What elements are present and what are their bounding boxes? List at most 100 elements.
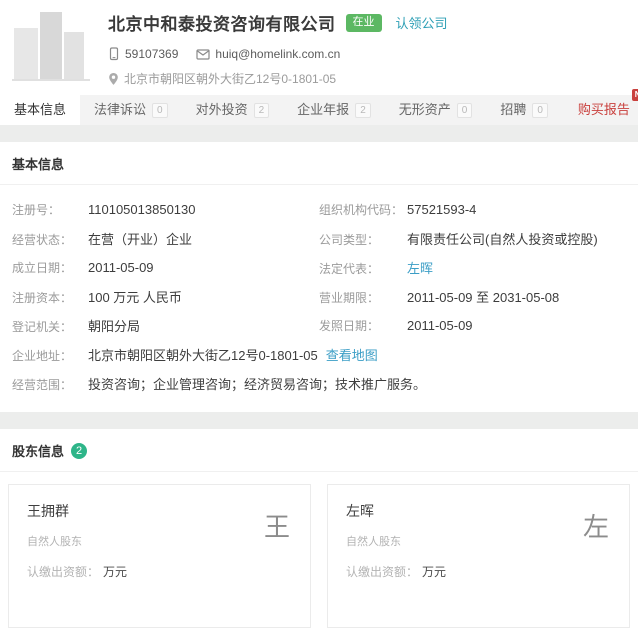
field-company-address: 企业地址： 北京市朝阳区朝外大街乙12号0-1801-05 查看地图 [12, 345, 626, 364]
field-org-code: 组织机构代码： 57521593-4 [319, 201, 626, 218]
phone-number: 59107369 [125, 47, 178, 61]
field-value: 2011-05-09 [407, 318, 473, 333]
shareholders-count-badge: 2 [71, 443, 87, 459]
field-value: 朝阳分局 [88, 316, 140, 335]
field-label: 法定代表： [319, 260, 407, 277]
tab-basic-info[interactable]: 基本信息 [0, 95, 80, 125]
basic-info-section-title: 基本信息 [0, 142, 638, 185]
field-establish-date: 成立日期： 2011-05-09 [12, 259, 319, 276]
field-business-term: 营业期限： 2011-05-09 至 2031-05-08 [319, 287, 626, 306]
shareholder-contribution-row: 认缴出资额： 万元 [27, 563, 292, 580]
field-label: 经营范围： [12, 376, 88, 393]
field-business-scope-row: 经营范围： 投资咨询；企业管理咨询；经济贸易咨询；技术推广服务。 [12, 369, 626, 398]
field-license-date: 发照日期： 2011-05-09 [319, 317, 626, 334]
company-logo-icon [12, 8, 92, 86]
email-address: huiq@homelink.com.cn [215, 47, 340, 61]
field-legal-representative: 法定代表： 左晖 [319, 258, 626, 277]
field-operating-status: 经营状态： 在营（开业）企业 [12, 229, 319, 248]
shareholder-card[interactable]: 左晖 自然人股东 认缴出资额： 万元 左 [327, 484, 630, 628]
field-row: 成立日期： 2011-05-09 法定代表： 左晖 [12, 253, 626, 282]
field-value: 在营（开业）企业 [88, 229, 192, 248]
tab-label: 对外投资 [196, 95, 248, 125]
page-title: 北京中和泰投资咨询有限公司 [108, 10, 336, 35]
tab-count-badge: 0 [532, 103, 548, 118]
tab-label: 招聘 [500, 95, 526, 125]
tab-label: 法律诉讼 [94, 95, 146, 125]
field-row: 注册号： 110105013850130 组织机构代码： 57521593-4 [12, 195, 626, 224]
basic-info-panel: 基本信息 注册号： 110105013850130 组织机构代码： 575215… [0, 142, 638, 412]
location-icon [108, 72, 119, 86]
tab-label: 企业年报 [297, 95, 349, 125]
field-label: 成立日期： [12, 259, 88, 276]
field-label: 企业地址： [12, 347, 88, 364]
phone-segment: 59107369 [108, 47, 178, 61]
tab-count-badge: 0 [457, 103, 473, 118]
field-row: 登记机关： 朝阳分局 发照日期： 2011-05-09 [12, 311, 626, 340]
tab-legal-litigation[interactable]: 法律诉讼 0 [80, 95, 182, 125]
tab-label: 购买报告 [578, 95, 630, 125]
shareholders-section-title: 股东信息 [12, 441, 64, 460]
new-badge: NEW [632, 89, 638, 101]
field-company-type: 公司类型： 有限责任公司(自然人投资或控股) [319, 229, 626, 248]
company-header: 北京中和泰投资咨询有限公司 在业 认领公司 59107369 huiq@home… [0, 0, 638, 95]
field-label: 营业期限： [319, 289, 407, 306]
tab-count-badge: 2 [355, 103, 371, 118]
tab-bar: 基本信息 法律诉讼 0 对外投资 2 企业年报 2 无形资产 0 招聘 0 购买… [0, 95, 638, 125]
field-label: 发照日期： [319, 317, 407, 334]
field-label: 登记机关： [12, 318, 88, 335]
shareholder-name[interactable]: 左晖 [346, 501, 611, 521]
tab-count-badge: 2 [254, 103, 270, 118]
field-value: 110105013850130 [88, 202, 196, 217]
tab-intangible-assets[interactable]: 无形资产 0 [385, 95, 487, 125]
field-value: 投资咨询；企业管理咨询；经济贸易咨询；技术推广服务。 [88, 374, 426, 393]
shareholder-type: 自然人股东 [27, 533, 292, 549]
field-value: 北京市朝阳区朝外大街乙12号0-1801-05 [88, 345, 318, 364]
field-business-scope: 经营范围： 投资咨询；企业管理咨询；经济贸易咨询；技术推广服务。 [12, 374, 626, 393]
contribution-label: 认缴出资额： [346, 565, 418, 579]
avatar: 左 [583, 507, 609, 544]
tab-buy-report[interactable]: 购买报告 NEW [564, 95, 638, 125]
tab-label: 基本信息 [14, 95, 66, 125]
field-company-address-row: 企业地址： 北京市朝阳区朝外大街乙12号0-1801-05 查看地图 [12, 340, 626, 369]
field-label: 公司类型： [319, 231, 407, 248]
mail-icon [196, 49, 210, 60]
field-row: 经营状态： 在营（开业）企业 公司类型： 有限责任公司(自然人投资或控股) [12, 224, 626, 253]
avatar: 王 [264, 507, 290, 544]
tab-outbound-investment[interactable]: 对外投资 2 [182, 95, 284, 125]
shareholder-cards: 王拥群 自然人股东 认缴出资额： 万元 王 左晖 自然人股东 认缴出资额： 万元 左 [0, 472, 638, 640]
shareholder-contribution-row: 认缴出资额： 万元 [346, 563, 611, 580]
status-badge: 在业 [346, 14, 382, 32]
shareholders-section-header: 股东信息 2 [0, 429, 638, 472]
phone-icon [108, 47, 120, 61]
contribution-value: 万元 [422, 565, 446, 579]
contribution-label: 认缴出资额： [27, 565, 99, 579]
basic-info-fields: 注册号： 110105013850130 组织机构代码： 57521593-4 … [0, 185, 638, 412]
view-map-link[interactable]: 查看地图 [326, 345, 378, 364]
legal-representative-link[interactable]: 左晖 [407, 258, 433, 277]
field-label: 注册号： [12, 201, 88, 218]
field-registered-capital: 注册资本： 100 万元 人民币 [12, 287, 319, 306]
field-value: 57521593-4 [407, 202, 476, 217]
field-label: 组织机构代码： [319, 201, 407, 218]
field-row: 注册资本： 100 万元 人民币 营业期限： 2011-05-09 至 2031… [12, 282, 626, 311]
tab-recruitment[interactable]: 招聘 0 [486, 95, 562, 125]
tab-count-badge: 0 [152, 103, 168, 118]
field-label: 经营状态： [12, 231, 88, 248]
field-value: 有限责任公司(自然人投资或控股) [407, 229, 598, 248]
field-label: 注册资本： [12, 289, 88, 306]
email-segment: huiq@homelink.com.cn [196, 47, 340, 61]
field-reg-number: 注册号： 110105013850130 [12, 201, 319, 218]
field-value: 2011-05-09 [88, 260, 154, 275]
contribution-value: 万元 [103, 565, 127, 579]
shareholder-card[interactable]: 王拥群 自然人股东 认缴出资额： 万元 王 [8, 484, 311, 628]
field-value: 100 万元 人民币 [88, 287, 182, 306]
field-registration-authority: 登记机关： 朝阳分局 [12, 316, 319, 335]
shareholders-panel: 股东信息 2 王拥群 自然人股东 认缴出资额： 万元 王 左晖 自然人股东 认缴出… [0, 429, 638, 640]
company-address: 北京市朝阳区朝外大街乙12号0-1801-05 [124, 70, 336, 87]
field-value: 2011-05-09 至 2031-05-08 [407, 287, 559, 306]
shareholder-name[interactable]: 王拥群 [27, 501, 292, 521]
claim-company-link[interactable]: 认领公司 [396, 13, 448, 32]
tab-annual-report[interactable]: 企业年报 2 [283, 95, 385, 125]
tab-label: 无形资产 [399, 95, 451, 125]
shareholder-type: 自然人股东 [346, 533, 611, 549]
